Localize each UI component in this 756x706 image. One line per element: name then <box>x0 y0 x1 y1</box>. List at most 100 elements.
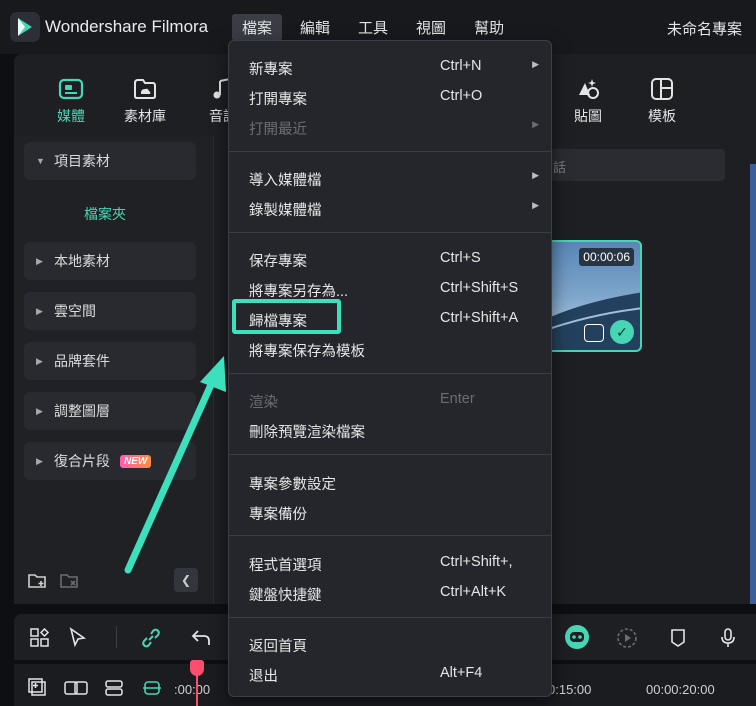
caret-right-icon: ▶ <box>36 455 43 466</box>
menu-item-label: 返回首頁 <box>249 639 307 655</box>
media-thumbnail[interactable]: 00:00:06 ✓ <box>538 240 642 352</box>
playhead[interactable] <box>196 660 198 706</box>
thumbnail-duration: 00:00:06 <box>579 248 634 266</box>
submenu-arrow-icon: ▶ <box>532 170 539 180</box>
track-layout-icon[interactable] <box>104 678 124 703</box>
caret-right-icon: ▶ <box>36 405 43 416</box>
sidebar-item-label: 復合片段 <box>54 453 110 469</box>
sidebar-item-project-media[interactable]: ▼ 項目素材 <box>24 142 196 180</box>
collapse-sidebar-button[interactable]: ❮ <box>174 568 198 592</box>
menu-item-label: 將專案保存為模板 <box>249 344 365 360</box>
menu-item-new-project[interactable]: 新專案 Ctrl+N ▶ <box>229 51 551 81</box>
tab-media-label: 媒體 <box>57 108 85 124</box>
menu-item-label: 鍵盤快捷鍵 <box>249 588 322 604</box>
menu-separator <box>229 373 551 374</box>
microphone-icon[interactable] <box>719 627 737 654</box>
tab-template[interactable]: 模板 <box>632 76 692 126</box>
sidebar-actions <box>28 572 80 595</box>
menu-item-delete-render-files[interactable]: 刪除預覽渲染檔案 <box>229 414 551 444</box>
tab-sticker[interactable]: 貼圖 <box>558 76 618 126</box>
menu-help[interactable]: 幫助 <box>464 14 514 41</box>
template-icon <box>632 76 692 102</box>
tab-template-label: 模板 <box>648 108 676 124</box>
tab-sticker-label: 貼圖 <box>574 108 602 124</box>
render-preview-icon[interactable] <box>616 627 638 654</box>
menu-file[interactable]: 檔案 <box>232 14 283 41</box>
menu-item-label: 程式首選項 <box>249 558 322 574</box>
submenu-arrow-icon: ▶ <box>532 119 539 129</box>
menu-item-shortcut: Ctrl+Shift+, <box>440 554 513 570</box>
menu-view[interactable]: 視圖 <box>406 14 456 41</box>
caret-right-icon: ▶ <box>36 255 43 266</box>
menu-separator <box>229 617 551 618</box>
menu-item-label: 打開最近 <box>249 122 307 138</box>
menu-item-label: 導入媒體檔 <box>249 173 322 189</box>
menu-edit[interactable]: 編輯 <box>290 14 340 41</box>
ai-assistant-icon[interactable] <box>564 624 590 655</box>
new-folder-icon[interactable] <box>28 572 48 595</box>
menu-item-shortcut: Enter <box>440 391 475 407</box>
chevron-left-icon: ❮ <box>180 573 192 587</box>
menu-item-label: 刪除預覽渲染檔案 <box>249 425 365 441</box>
ai-track-icon[interactable] <box>142 678 162 703</box>
menu-item-label: 錄製媒體檔 <box>249 203 322 219</box>
sidebar-item-brand-kit[interactable]: ▶ 品牌套件 <box>24 342 196 380</box>
caret-down-icon: ▼ <box>36 156 45 166</box>
timeline-time-label: 00:00:20:00 <box>646 682 715 697</box>
menu-item-import-media[interactable]: 導入媒體檔 ▶ <box>229 162 551 192</box>
tab-media[interactable]: 媒體 <box>41 76 101 126</box>
menu-item-exit[interactable]: 退出 Alt+F4 <box>229 658 551 688</box>
tab-library-label: 素材庫 <box>124 108 166 124</box>
sidebar-item-label: 調整圖層 <box>54 403 110 419</box>
menu-item-save-as-template[interactable]: 將專案保存為模板 <box>229 333 551 363</box>
menu-item-project-backup[interactable]: 專案備份 <box>229 496 551 526</box>
select-cursor-icon[interactable] <box>68 627 90 654</box>
link-icon[interactable] <box>140 627 162 654</box>
project-name: 未命名專案 <box>666 21 742 38</box>
delete-folder-icon[interactable] <box>60 572 80 595</box>
sidebar-item-cloud[interactable]: ▶ 雲空間 <box>24 292 196 330</box>
tab-library[interactable]: 素材庫 <box>115 76 175 126</box>
undo-icon[interactable] <box>190 628 212 653</box>
menu-item-label: 專案參數設定 <box>249 477 336 493</box>
timeline-time-label: 0:15:00 <box>548 682 592 697</box>
menu-item-shortcut: Ctrl+N <box>440 58 482 74</box>
add-track-icon[interactable] <box>28 678 48 703</box>
marker-icon[interactable] <box>669 628 687 653</box>
menu-item-open-project[interactable]: 打開專案 Ctrl+O <box>229 81 551 111</box>
sidebar-item-local[interactable]: ▶ 本地素材 <box>24 242 196 280</box>
menu-item-shortcut: Ctrl+O <box>440 88 483 104</box>
sidebar-item-adjustment-layer[interactable]: ▶ 調整圖層 <box>24 392 196 430</box>
app-name: Wondershare Filmora <box>45 17 209 36</box>
menu-item-label: 渲染 <box>249 395 278 411</box>
menu-item-open-recent: 打開最近 ▶ <box>229 111 551 141</box>
sidebar-item-compound-clip[interactable]: ▶ 復合片段 NEW <box>24 442 196 480</box>
sidebar-folder[interactable]: 檔案夾 <box>84 204 126 224</box>
layout-icon[interactable] <box>30 627 50 653</box>
link-track-icon[interactable] <box>64 680 88 701</box>
menu-item-label: 打開專案 <box>249 92 307 108</box>
menu-tools[interactable]: 工具 <box>348 14 398 41</box>
menu-item-back-to-home[interactable]: 返回首頁 <box>229 628 551 658</box>
menu-item-keyboard-shortcuts[interactable]: 鍵盤快捷鍵 Ctrl+Alt+K <box>229 577 551 607</box>
menu-item-render: 渲染 Enter <box>229 384 551 414</box>
sidebar-item-label: 雲空間 <box>54 303 96 319</box>
sidebar-item-label: 項目素材 <box>54 153 110 169</box>
caret-right-icon: ▶ <box>36 355 43 366</box>
menu-item-shortcut: Ctrl+Alt+K <box>440 584 507 600</box>
highlight-box <box>232 299 341 334</box>
library-icon <box>115 76 175 102</box>
menu-separator <box>229 535 551 536</box>
toolbar-divider <box>116 626 117 648</box>
menu-item-preferences[interactable]: 程式首選項 Ctrl+Shift+, <box>229 547 551 577</box>
submenu-arrow-icon: ▶ <box>532 59 539 69</box>
menu-separator <box>229 454 551 455</box>
menu-item-save-project[interactable]: 保存專案 Ctrl+S <box>229 243 551 273</box>
menu-bar: 檔案 編輯 工具 視圖 幫助 <box>232 14 522 41</box>
menu-item-shortcut: Ctrl+Shift+A <box>440 310 519 326</box>
search-input[interactable]: 話 <box>525 149 725 181</box>
menu-item-shortcut: Ctrl+S <box>440 250 481 266</box>
media-icon <box>41 76 101 102</box>
menu-item-project-settings[interactable]: 專案參數設定 <box>229 466 551 496</box>
menu-item-record-media[interactable]: 錄製媒體檔 ▶ <box>229 192 551 222</box>
